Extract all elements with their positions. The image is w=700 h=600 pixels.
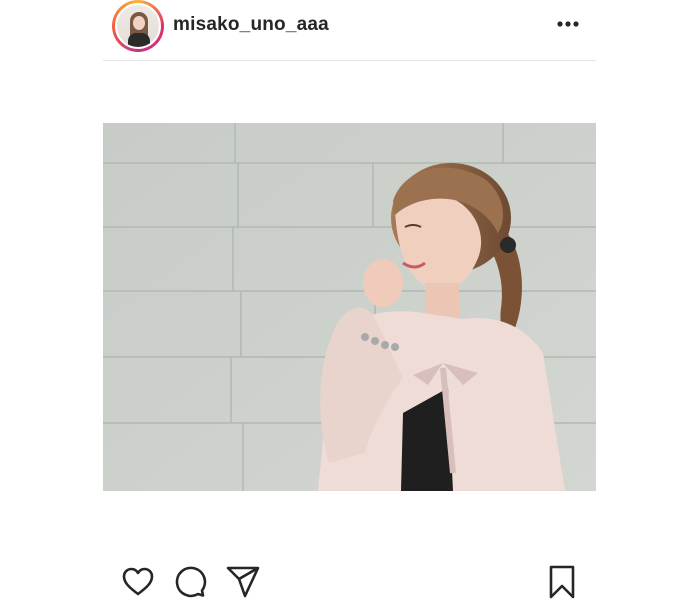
avatar-story-ring[interactable] — [112, 0, 164, 52]
post-header: misako_uno_aaa — [103, 0, 596, 61]
avatar[interactable] — [115, 3, 161, 49]
comment-icon[interactable] — [172, 564, 208, 600]
post-photo[interactable] — [103, 123, 596, 491]
paper-plane-icon[interactable] — [225, 564, 261, 600]
bookmark-icon[interactable] — [544, 564, 580, 600]
heart-icon[interactable] — [120, 564, 156, 600]
more-options-icon[interactable] — [555, 14, 581, 34]
post-card: misako_uno_aaa — [103, 0, 596, 600]
post-actions — [103, 564, 596, 600]
username-link[interactable]: misako_uno_aaa — [173, 14, 329, 36]
